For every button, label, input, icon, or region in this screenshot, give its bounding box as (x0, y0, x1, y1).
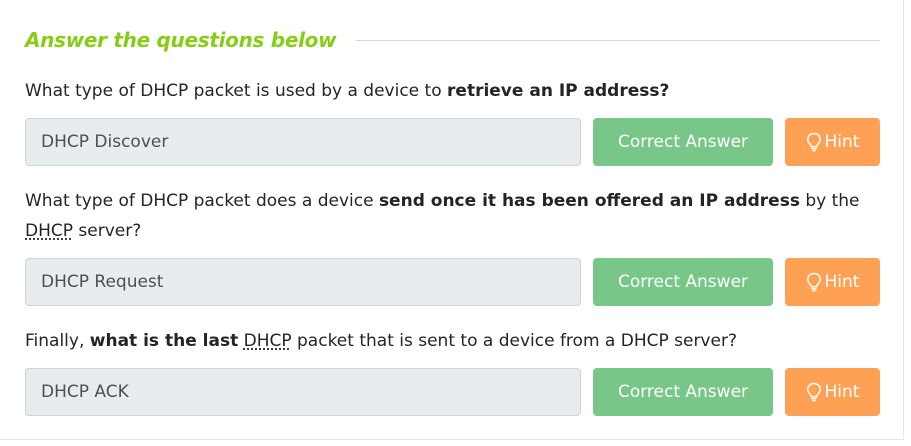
question-2-answer-row: DHCP Request Correct Answer Hint (25, 258, 880, 306)
question-3-answer-input[interactable]: DHCP ACK (25, 368, 581, 416)
lightbulb-icon (806, 382, 821, 402)
question-1-answer-input[interactable]: DHCP Discover (25, 118, 581, 166)
question-2-text-part: by the (799, 191, 860, 211)
section-header: Answer the questions below (25, 25, 880, 55)
section-title: Answer the questions below (25, 28, 337, 52)
lightbulb-icon (806, 132, 821, 152)
question-2-text: What type of DHCP packet does a device s… (25, 186, 875, 246)
question-1-text: What type of DHCP packet is used by a de… (25, 76, 875, 106)
question-2-hint-button[interactable]: Hint (785, 258, 880, 306)
question-3-text: Finally, what is the last DHCP packet th… (25, 326, 875, 356)
questions-card: Answer the questions below What type of … (0, 0, 904, 440)
question-2-correct-answer-button[interactable]: Correct Answer (593, 258, 773, 306)
question-3-hint-button[interactable]: Hint (785, 368, 880, 416)
question-3-text-part: Finally, (25, 331, 90, 351)
question-2-text-part: server? (73, 221, 142, 241)
question-3-dhcp-abbreviation[interactable]: DHCP (244, 331, 292, 351)
question-1-emphasis: retrieve an IP address? (447, 81, 670, 101)
question-2-emphasis: send once it has been offered an IP addr… (378, 191, 800, 211)
question-1-hint-label: Hint (824, 132, 860, 152)
question-3-emphasis: what is the last (89, 331, 239, 351)
question-3-correct-answer-button[interactable]: Correct Answer (593, 368, 773, 416)
question-3-text-part: packet that is sent to a device from a D… (291, 331, 737, 351)
question-1-hint-button[interactable]: Hint (785, 118, 880, 166)
question-1-text-part: What type of DHCP packet is used by a de… (25, 81, 448, 101)
question-2-hint-label: Hint (824, 272, 860, 292)
question-2-dhcp-abbreviation[interactable]: DHCP (25, 221, 73, 241)
question-3-answer-row: DHCP ACK Correct Answer Hint (25, 368, 880, 416)
question-1-answer-row: DHCP Discover Correct Answer Hint (25, 118, 880, 166)
question-3-hint-label: Hint (824, 382, 860, 402)
lightbulb-icon (806, 272, 821, 292)
question-2-text-part: What type of DHCP packet does a device (25, 191, 379, 211)
section-divider (356, 39, 880, 41)
question-2-answer-input[interactable]: DHCP Request (25, 258, 581, 306)
question-1-correct-answer-button[interactable]: Correct Answer (593, 118, 773, 166)
